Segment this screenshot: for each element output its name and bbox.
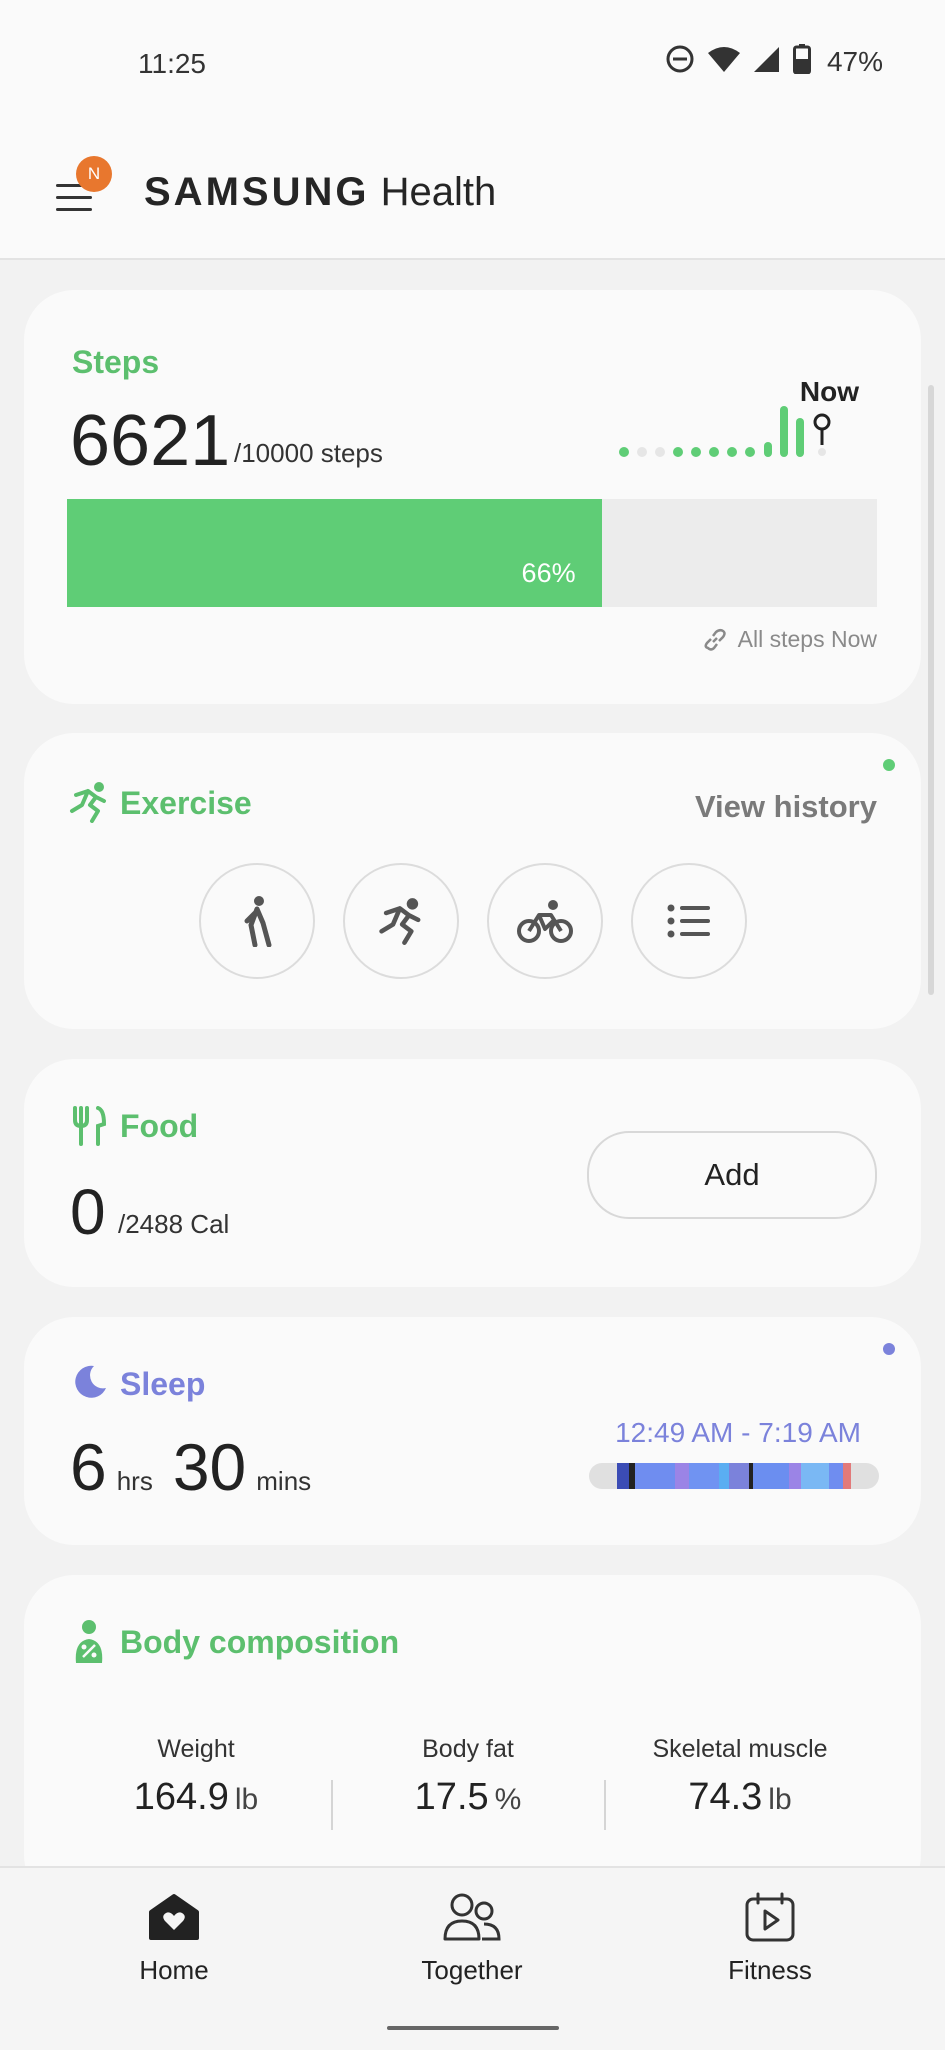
fitness-icon [745,1892,795,1942]
body-fat-unit: % [494,1783,522,1816]
link-icon [704,628,726,651]
do-not-disturb-icon [665,44,695,79]
sleep-duration: 6 hrs 30 mins [70,1429,321,1505]
body-fat-metric: Body fat 17.5% [348,1735,588,1819]
body-fat-value: 17.5 [414,1776,489,1818]
moon-icon [72,1364,108,1405]
sleep-minutes: 30 [172,1430,247,1504]
menu-icon-line [56,196,92,199]
sleep-stages-bar [589,1463,879,1489]
nav-fitness-label: Fitness [728,1955,812,1985]
all-steps-link[interactable]: All steps Now [702,626,877,653]
food-calories: 0 [70,1176,106,1248]
hourly-steps-chart [619,406,831,457]
walking-icon [244,896,272,947]
cycling-icon [517,900,573,943]
home-icon [149,1894,199,1940]
sleep-title: Sleep [120,1366,206,1402]
running-icon [68,781,110,828]
skeletal-muscle-label: Skeletal muscle [652,1735,828,1763]
running-icon [379,898,421,945]
notification-badge: N [76,156,112,192]
status-bar: 11:25 47% [0,0,945,120]
nav-fitness[interactable]: Fitness [670,1892,870,1986]
weight-unit: lb [234,1783,259,1816]
skeletal-muscle-metric: Skeletal muscle 74.3 lb [620,1735,860,1819]
body-composition-title: Body composition [120,1624,400,1660]
brand-suffix: Health [380,170,497,214]
cell-signal-icon [753,45,781,78]
steps-title: Steps [72,344,160,380]
all-steps-label: All steps Now [737,626,877,652]
sleep-hours: 6 [70,1430,107,1504]
skeletal-muscle-value: 74.3 [688,1776,763,1818]
sleep-card[interactable]: Sleep 6 hrs 30 mins 12:49 AM - 7:19 AM [24,1317,921,1545]
bottom-navigation: Home Together Fitness [0,1866,945,2050]
wifi-icon [707,45,741,78]
cycling-button[interactable] [487,863,603,979]
nav-together-label: Together [421,1955,523,1985]
sleep-time-range: 12:49 AM - 7:19 AM [615,1417,861,1448]
add-food-button[interactable]: Add [587,1131,877,1219]
status-icons: 47% [665,44,883,79]
exercise-card[interactable]: Exercise View history [24,733,921,1029]
skeletal-muscle-value-row: 74.3 lb [620,1776,860,1819]
food-goal: /2488 Cal [118,1209,230,1239]
divider [604,1780,606,1830]
running-button[interactable] [343,863,459,979]
body-fat-label: Body fat [422,1735,514,1763]
body-composition-card[interactable]: Body composition Weight 164.9 lb Body fat… [24,1575,921,1905]
new-activity-dot [883,759,895,771]
sleep-hours-unit: hrs [116,1466,153,1496]
body-composition-icon [72,1619,106,1670]
sleep-stages-chart [617,1463,851,1489]
steps-goal: /10000 steps [234,438,383,468]
fork-knife-icon [72,1106,107,1151]
weight-metric: Weight 164.9 lb [76,1735,316,1819]
brand-name: SAMSUNG [144,170,370,214]
new-sleep-dot [883,1343,895,1355]
steps-progress-fill: 66% [67,499,602,607]
steps-count: 6621 [70,401,231,481]
view-history-link[interactable]: View history [695,789,877,825]
divider [331,1780,333,1830]
walking-button[interactable] [199,863,315,979]
nav-home-label: Home [139,1955,209,1985]
skeletal-muscle-unit: lb [768,1783,792,1816]
steps-progress-bar: 66% [67,499,877,607]
exercise-title: Exercise [120,785,252,821]
home-indicator[interactable] [387,2026,559,2030]
steps-card[interactable]: Steps 6621 /10000 steps Now 66% All step… [24,290,921,704]
steps-percent: 66% [521,558,576,588]
food-card[interactable]: Food 0 /2488 Cal Add [24,1059,921,1287]
list-icon [667,904,710,938]
weight-value: 164.9 [133,1776,229,1818]
weight-value-row: 164.9 lb [76,1776,316,1819]
app-logo: SAMSUNG Health [144,170,496,215]
together-icon [443,1893,501,1941]
more-exercises-button[interactable] [631,863,747,979]
battery-icon [792,44,811,79]
sleep-minutes-unit: mins [256,1466,312,1496]
body-fat-value-row: 17.5% [348,1776,588,1819]
food-title: Food [120,1108,199,1144]
nav-home[interactable]: Home [74,1892,274,1986]
scrollbar[interactable] [928,385,934,995]
battery-percent: 47% [826,45,883,77]
nav-together[interactable]: Together [372,1892,572,1986]
weight-label: Weight [157,1735,235,1763]
menu-icon-line [56,208,92,211]
app-bar: N SAMSUNG Health [0,120,945,260]
status-time: 11:25 [138,48,206,79]
